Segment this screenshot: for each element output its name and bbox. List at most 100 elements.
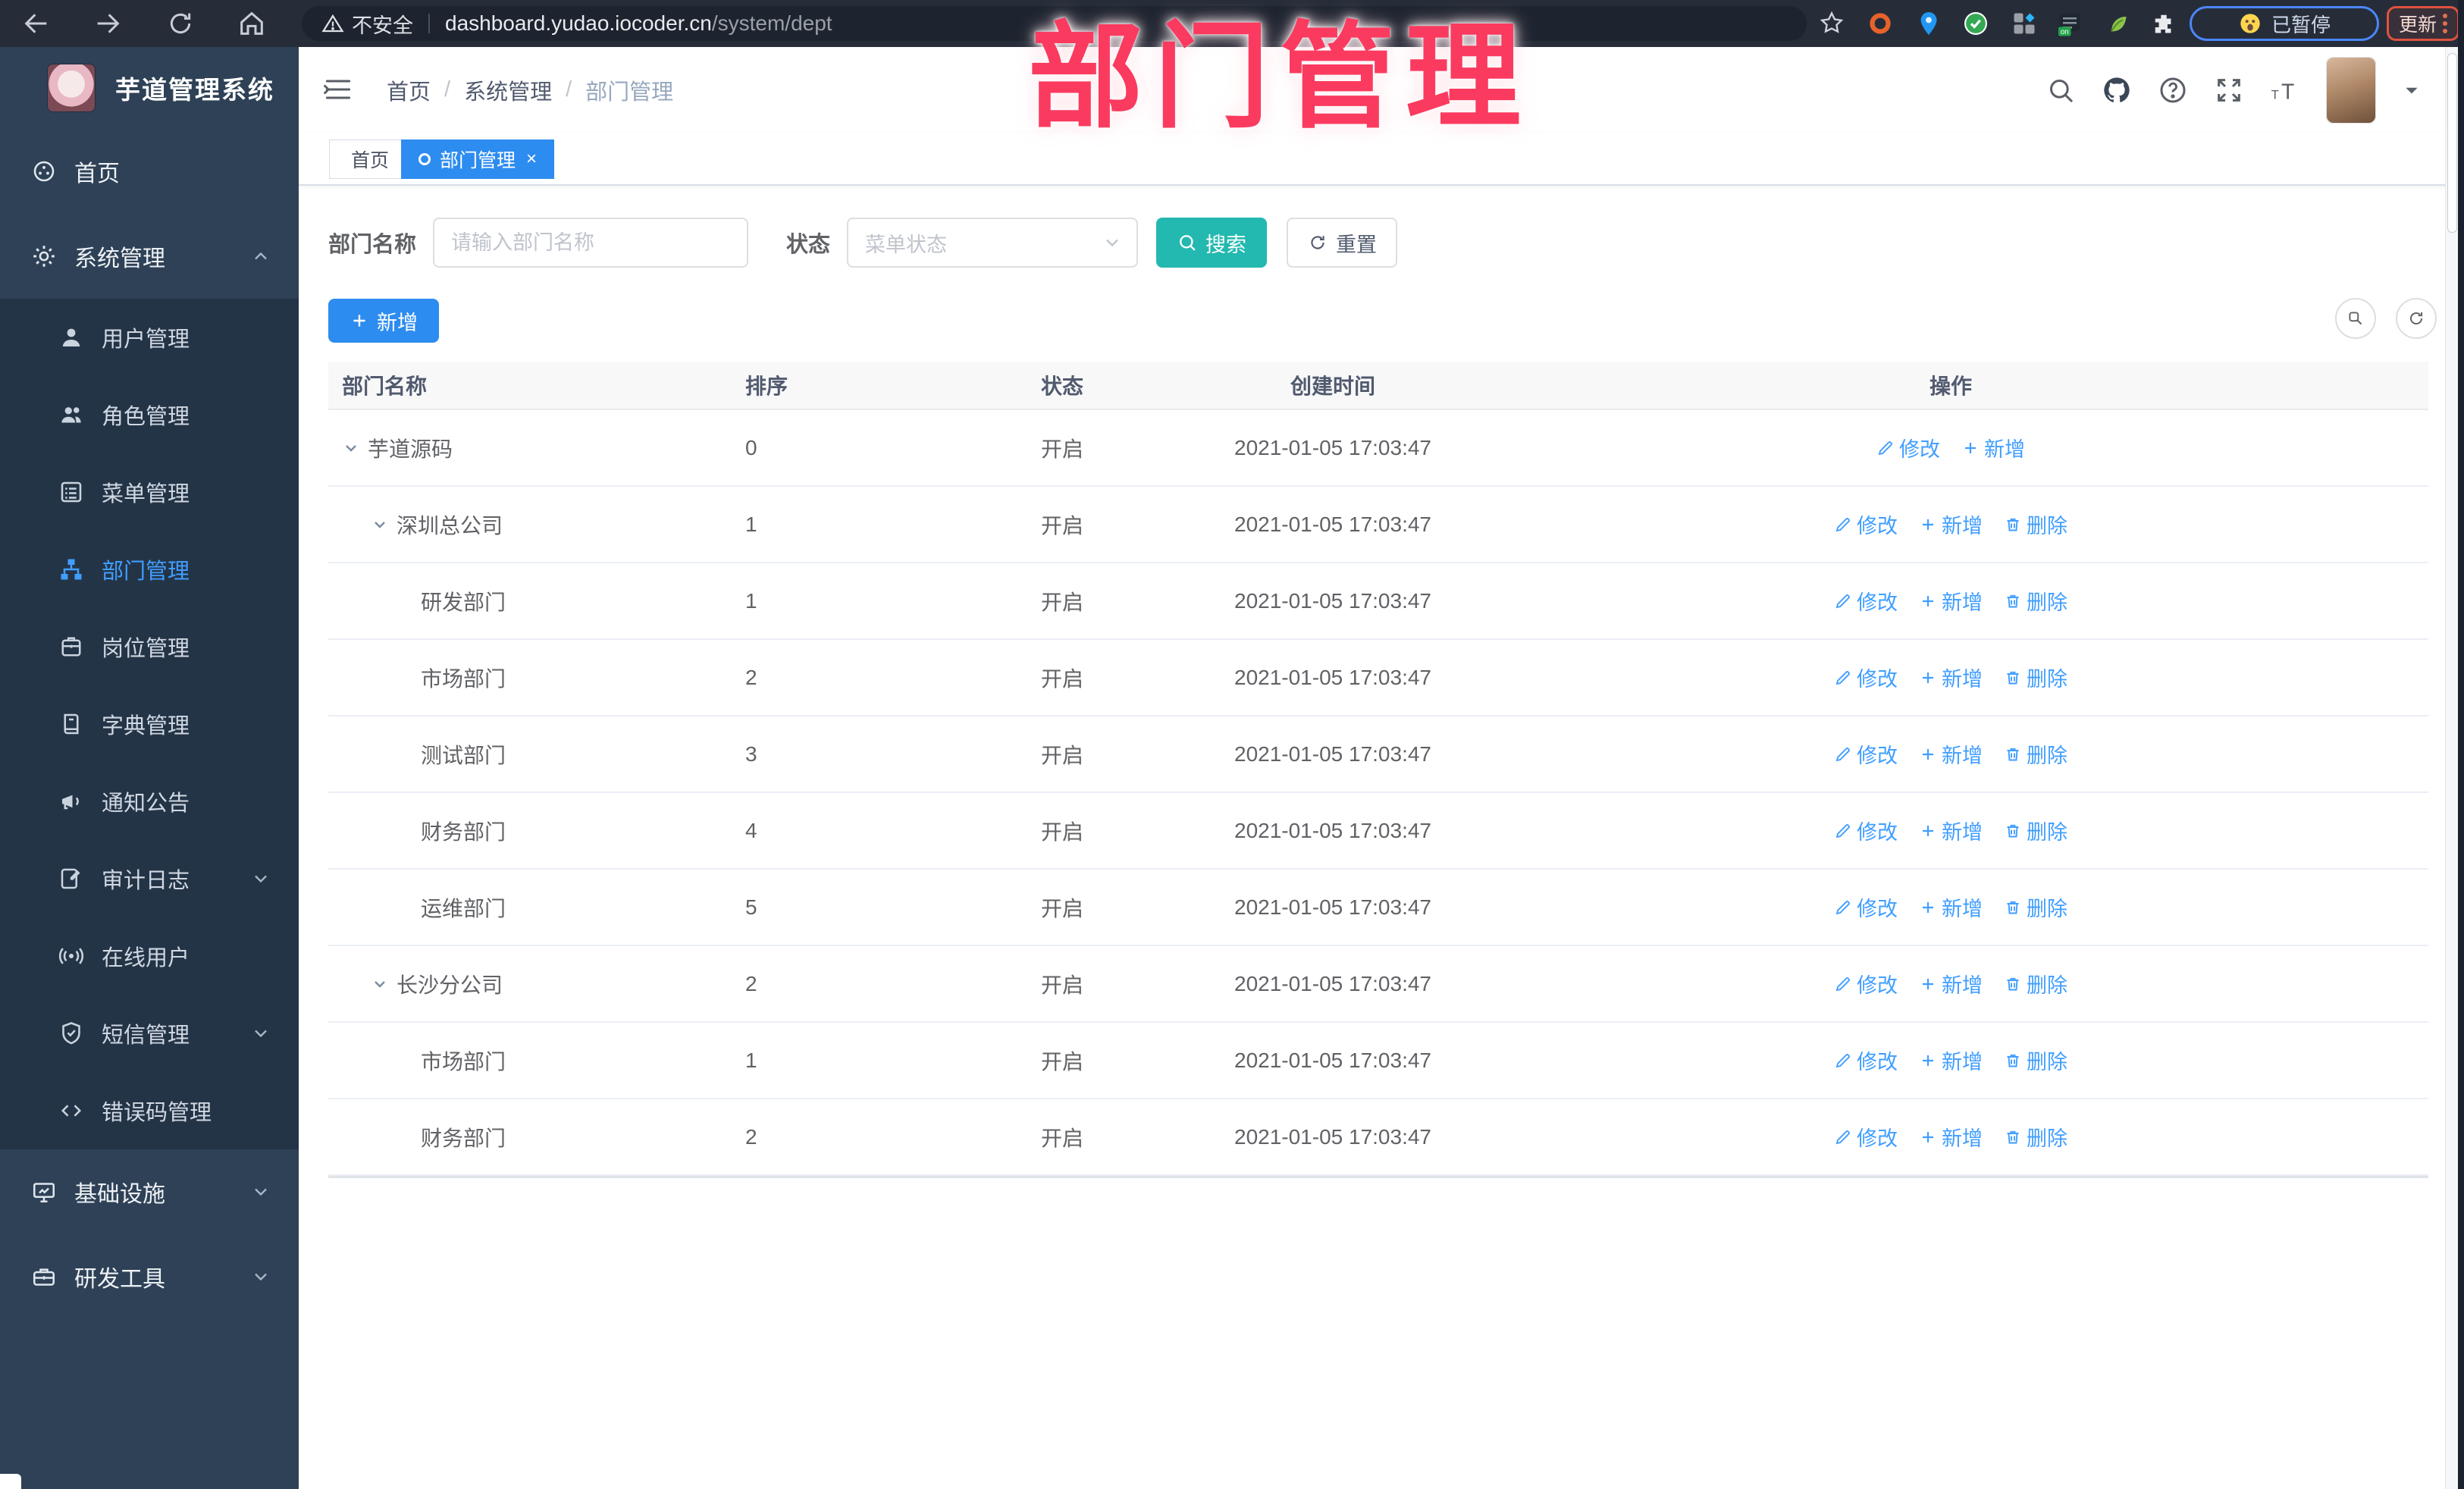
delete-link[interactable]: 删除 [2004, 509, 2067, 539]
user-avatar[interactable] [2326, 56, 2376, 124]
back-icon[interactable] [21, 8, 52, 39]
action-label: 新增 [1942, 515, 1983, 538]
security-label[interactable]: 不安全 [352, 9, 413, 39]
edit-link[interactable]: 修改 [1834, 1045, 1898, 1075]
tab-close-icon[interactable]: × [526, 149, 537, 170]
sidebar-item-label: 通知公告 [102, 792, 190, 816]
add-link[interactable]: 新增 [1919, 663, 1983, 692]
edit-link[interactable]: 修改 [1834, 969, 1898, 998]
plus-icon [1919, 516, 1942, 534]
search-button[interactable]: 搜索 [1156, 218, 1268, 268]
sidebar-item-error-code[interactable]: 错误码管理 [0, 1072, 299, 1149]
status-select[interactable]: 菜单状态 [847, 218, 1139, 268]
delete-link[interactable]: 删除 [2004, 586, 2067, 616]
forward-icon[interactable] [92, 8, 123, 39]
avatar-caret-down-icon[interactable] [2402, 80, 2422, 100]
add-link[interactable]: 新增 [1961, 433, 2025, 462]
edit-link[interactable]: 修改 [1834, 816, 1898, 845]
fullscreen-icon[interactable] [2214, 75, 2244, 105]
reset-button[interactable]: 重置 [1287, 218, 1398, 268]
sidebar-item-dev-tools[interactable]: 研发工具 [0, 1234, 299, 1319]
page-scrollbar[interactable] [2445, 47, 2458, 1489]
help-icon[interactable] [2158, 75, 2188, 105]
sidebar-item-user[interactable]: 用户管理 [0, 299, 299, 376]
tab-home[interactable]: 首页 [329, 139, 412, 179]
bookmark-star-icon[interactable] [1818, 10, 1845, 37]
sidebar-item-post[interactable]: 岗位管理 [0, 608, 299, 685]
url-path: /system/dept [711, 11, 832, 35]
home-icon[interactable] [237, 8, 267, 39]
add-link[interactable]: 新增 [1919, 509, 1983, 539]
extension-orange-ring-icon[interactable] [1867, 10, 1894, 37]
github-icon[interactable] [2102, 75, 2132, 105]
delete-link[interactable]: 删除 [2004, 663, 2067, 692]
add-link[interactable]: 新增 [1919, 892, 1983, 922]
app-logo-row[interactable]: 芋道管理系统 [0, 47, 299, 129]
sidebar-item-home[interactable]: 首页 [0, 129, 299, 214]
sidebar-item-infra[interactable]: 基础设施 [0, 1149, 299, 1234]
font-size-icon[interactable]: TT [2270, 75, 2300, 105]
sidebar-item-system[interactable]: 系统管理 [0, 214, 299, 299]
add-link[interactable]: 新增 [1919, 1045, 1983, 1075]
add-link[interactable]: 新增 [1919, 1122, 1983, 1152]
edit-link[interactable]: 修改 [1834, 739, 1898, 769]
reload-icon[interactable] [165, 8, 196, 39]
dept-name-input[interactable] [433, 218, 749, 268]
column-header-created[interactable]: 创建时间 [1193, 370, 1473, 400]
trash-icon [2004, 1128, 2027, 1146]
add-dept-button[interactable]: 新增 [328, 299, 439, 343]
sidebar-item-online-user[interactable]: 在线用户 [0, 917, 299, 995]
sidebar-item-role[interactable]: 角色管理 [0, 376, 299, 453]
delete-link[interactable]: 删除 [2004, 739, 2067, 769]
sidebar-item-audit-log[interactable]: 审计日志 [0, 840, 299, 917]
expand-caret-icon[interactable] [371, 975, 389, 993]
profile-paused-pill[interactable]: 已暂停 [2190, 6, 2379, 41]
edit-link[interactable]: 修改 [1876, 433, 1940, 462]
add-link[interactable]: 新增 [1919, 969, 1983, 998]
delete-link[interactable]: 删除 [2004, 816, 2067, 845]
sidebar-item-menu[interactable]: 菜单管理 [0, 453, 299, 531]
column-header-name[interactable]: 部门名称 [328, 370, 723, 400]
delete-link[interactable]: 删除 [2004, 1122, 2067, 1152]
edit-link[interactable]: 修改 [1834, 1122, 1898, 1152]
extension-leaf-icon[interactable] [2105, 10, 2132, 37]
edit-link[interactable]: 修改 [1834, 892, 1898, 922]
extension-list-on-icon[interactable]: on [2056, 10, 2083, 37]
edit-link[interactable]: 修改 [1834, 663, 1898, 692]
sidebar-item-dept[interactable]: 部门管理 [0, 531, 299, 608]
sidebar-item-label: 审计日志 [102, 869, 190, 893]
edit-link[interactable]: 修改 [1834, 586, 1898, 616]
chrome-update-button[interactable]: 更新 [2387, 6, 2459, 41]
extension-map-pin-icon[interactable] [1915, 10, 1942, 37]
address-bar[interactable]: 不安全 dashboard.yudao.iocoder.cn /system/d… [302, 6, 1807, 41]
extension-green-check-icon[interactable] [1962, 10, 1989, 37]
scrollbar-thumb[interactable] [2447, 53, 2457, 233]
add-link[interactable]: 新增 [1919, 586, 1983, 616]
delete-link[interactable]: 删除 [2004, 969, 2067, 998]
sidebar-item-dict[interactable]: 字典管理 [0, 685, 299, 763]
search-icon[interactable] [2045, 75, 2076, 105]
add-link[interactable]: 新增 [1919, 816, 1983, 845]
column-header-status[interactable]: 状态 [1018, 370, 1193, 400]
sidebar-item-sms[interactable]: 短信管理 [0, 995, 299, 1072]
sidebar-item-notice[interactable]: 通知公告 [0, 763, 299, 840]
breadcrumb-system[interactable]: 系统管理 [464, 74, 552, 106]
expand-caret-icon[interactable] [371, 516, 389, 534]
expand-caret-icon[interactable] [342, 439, 360, 457]
extensions-puzzle-icon[interactable] [2150, 10, 2177, 37]
breadcrumb-home[interactable]: 首页 [387, 74, 431, 106]
edit-link[interactable]: 修改 [1834, 509, 1898, 539]
delete-link[interactable]: 删除 [2004, 1045, 2067, 1075]
tab-dept-active[interactable]: 部门管理 × [401, 139, 555, 179]
add-link[interactable]: 新增 [1919, 739, 1983, 769]
toggle-search-button[interactable] [2335, 298, 2376, 339]
hamburger-icon[interactable] [321, 73, 355, 106]
plus-icon [1919, 1128, 1942, 1146]
header-actions: TT [2045, 47, 2422, 133]
extension-grid-icon[interactable] [2011, 10, 2038, 37]
dept-name-cell: 长沙分公司 [328, 969, 723, 999]
browser-menu-icon[interactable] [2443, 14, 2447, 33]
refresh-table-button[interactable] [2396, 298, 2437, 339]
column-header-sort[interactable]: 排序 [723, 370, 1018, 400]
delete-link[interactable]: 删除 [2004, 892, 2067, 922]
